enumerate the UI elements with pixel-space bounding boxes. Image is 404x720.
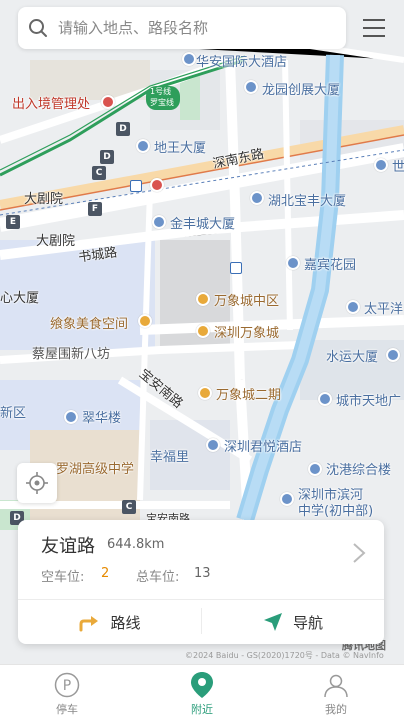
poi-yixiang[interactable]: 飨象美食空间: [50, 313, 128, 332]
route-icon: [79, 616, 99, 632]
restaurant-icon: [138, 314, 152, 328]
parking-icon: P: [54, 671, 80, 699]
poi-wanxiang-zhongqu[interactable]: 万象城中区: [214, 290, 279, 309]
search-bar[interactable]: [18, 7, 346, 49]
poi-churuchang[interactable]: 出入境管理处: [12, 93, 90, 112]
tab-nearby-label: 附近: [191, 703, 213, 716]
mall-icon: [196, 292, 210, 306]
hotel-icon: [182, 52, 196, 66]
empty-spots-label: 空车位:: [41, 570, 85, 585]
metro-line-badge: 1号线 罗宝线: [150, 87, 174, 107]
poi-dajuyuan-2[interactable]: 大剧院: [36, 230, 75, 249]
location-pin-icon: [190, 671, 214, 699]
tab-parking-label: 停车: [56, 703, 78, 716]
poi-wanxiang-erqi[interactable]: 万象城二期: [216, 384, 281, 403]
distance: 644.8km: [107, 537, 165, 552]
mall-icon: [198, 386, 212, 400]
bottom-nav: P 停车 附近 我的: [0, 664, 404, 720]
poi-caiwu-xinbafang[interactable]: 蔡屋围新八坊: [32, 343, 110, 362]
crosshair-icon: [26, 472, 48, 494]
poi-shi[interactable]: 世: [392, 156, 404, 175]
hotel-icon: [206, 438, 220, 452]
bus-stop-icon: [230, 262, 242, 274]
poi-shenzhen-wanxiang[interactable]: 深圳万象城: [214, 322, 279, 341]
building-icon: [318, 392, 332, 406]
route-button[interactable]: 路线: [18, 600, 201, 644]
user-icon: [323, 671, 349, 699]
building-icon: [64, 410, 78, 424]
tab-parking[interactable]: P 停车: [0, 665, 134, 720]
poi-taiping[interactable]: 太平洋: [364, 298, 403, 317]
navigate-arrow-icon: [263, 613, 282, 631]
menu-icon: [363, 35, 385, 37]
total-spots-label: 总车位:: [136, 570, 180, 585]
svg-text:P: P: [63, 678, 71, 694]
menu-icon: [363, 27, 385, 29]
building-icon: [152, 215, 166, 229]
poi-binhe-zhongxue[interactable]: 深圳市滨河 中学(初中部): [298, 488, 373, 520]
building-icon: [374, 158, 388, 172]
exit-badge: C: [122, 500, 136, 514]
tab-mine[interactable]: 我的: [269, 665, 403, 720]
mall-icon: [196, 324, 210, 338]
exit-badge: C: [92, 166, 106, 180]
poi-gaoji-zhongxue[interactable]: 罗湖高级中学: [56, 458, 134, 477]
poi-chengshi-tiandi[interactable]: 城市天地广: [336, 390, 401, 409]
hospital-icon: [150, 178, 164, 192]
building-icon: [386, 348, 400, 362]
exit-badge: F: [88, 202, 102, 216]
building-icon: [136, 139, 150, 153]
menu-icon: [363, 19, 385, 21]
poi-shuiyun[interactable]: 水运大厦: [326, 346, 378, 365]
poi-huaan[interactable]: 华安国际大酒店: [196, 51, 287, 70]
poi-xingfu[interactable]: 幸福里: [150, 446, 189, 465]
poi-xin-qu[interactable]: 新区: [0, 402, 26, 421]
poi-junyue[interactable]: 深圳君悦酒店: [224, 436, 302, 455]
building-icon: [250, 191, 264, 205]
total-spots-value: 13: [194, 566, 211, 581]
tab-mine-label: 我的: [325, 703, 347, 716]
tab-nearby[interactable]: 附近: [135, 665, 269, 720]
school-icon: [280, 492, 294, 506]
poi-shen-gang[interactable]: 沈港综合楼: [326, 459, 391, 478]
residence-icon: [286, 256, 300, 270]
building-icon: [308, 462, 322, 476]
navigate-label: 导航: [292, 613, 323, 632]
poi-diwang[interactable]: 地王大厦: [154, 137, 206, 156]
poi-jinfengcheng[interactable]: 金丰城大厦: [170, 213, 235, 232]
poi-dajuyuan-1[interactable]: 大剧院: [24, 188, 63, 207]
exit-badge: D: [116, 122, 130, 136]
poi-cuihua[interactable]: 翠华楼: [82, 407, 121, 426]
poi-jiayu[interactable]: 嘉宾花园: [304, 254, 356, 273]
search-icon: [18, 7, 58, 49]
building-icon: [346, 300, 360, 314]
poi-xin-dasha[interactable]: 心大厦: [0, 287, 39, 306]
empty-spots-value: 2: [101, 566, 110, 581]
government-icon: [101, 95, 115, 109]
menu-button[interactable]: [356, 12, 392, 44]
navigate-button[interactable]: 导航: [202, 600, 384, 644]
poi-longyuan[interactable]: 龙园创展大厦: [262, 79, 340, 98]
search-input[interactable]: [58, 19, 328, 37]
poi-hubei-baofeng[interactable]: 湖北宝丰大厦: [268, 190, 346, 209]
chevron-right-icon[interactable]: [352, 542, 366, 564]
road-name: 友谊路: [41, 536, 95, 557]
exit-badge: E: [6, 215, 20, 229]
parking-info-card[interactable]: 友谊路 644.8km 空车位: 2 总车位: 13 路线 导航: [18, 520, 384, 644]
exit-badge: D: [100, 150, 114, 164]
building-icon: [244, 80, 258, 94]
route-label: 路线: [110, 613, 141, 632]
locate-button[interactable]: [17, 463, 57, 503]
bus-stop-icon: [130, 180, 142, 192]
